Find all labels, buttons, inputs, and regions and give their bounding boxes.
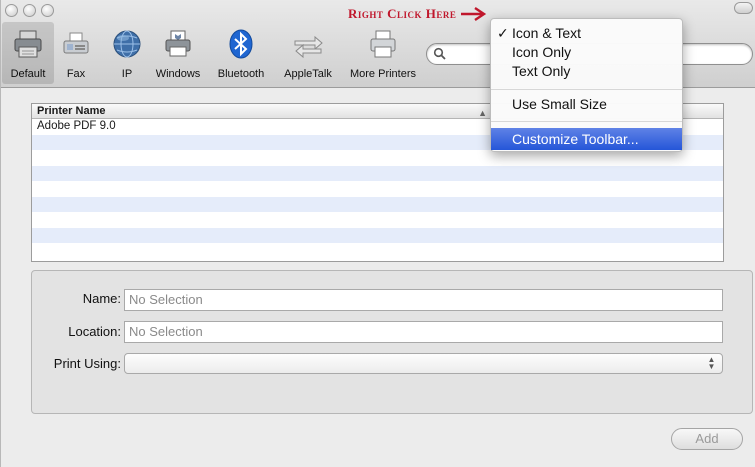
toolbar-item-default[interactable]: Default xyxy=(2,22,54,84)
menu-item-text-only[interactable]: Text Only xyxy=(491,62,682,81)
toolbar-label: Windows xyxy=(155,68,201,80)
selection-highlight xyxy=(2,22,54,84)
zoom-window-button[interactable] xyxy=(41,4,54,17)
add-button[interactable]: Add xyxy=(671,428,743,450)
toolbar-item-appletalk[interactable]: AppleTalk xyxy=(279,26,337,84)
menu-item-icon-and-text[interactable]: ✓ Icon & Text xyxy=(491,24,682,43)
toolbar-label: Fax xyxy=(66,68,86,80)
toolbar-label: AppleTalk xyxy=(284,68,332,80)
printer-icon xyxy=(365,26,401,62)
annotation-callout: Right Click Here xyxy=(348,6,488,22)
add-printer-window: Right Click Here Default Fax IP Windows … xyxy=(0,0,755,467)
menu-item-customize-toolbar[interactable]: Customize Toolbar... xyxy=(491,128,682,150)
menu-separator xyxy=(491,121,682,122)
menu-item-label: Use Small Size xyxy=(512,96,607,112)
toolbar-context-menu: ✓ Icon & Text Icon Only Text Only Use Sm… xyxy=(490,18,683,152)
sort-ascending-icon[interactable]: ▲ xyxy=(478,106,487,120)
table-row xyxy=(32,212,723,228)
menu-separator xyxy=(491,89,682,90)
menu-item-label: Text Only xyxy=(512,63,571,79)
toolbar-item-bluetooth[interactable]: Bluetooth xyxy=(214,26,268,84)
name-label: Name: xyxy=(82,291,121,306)
windows-printer-icon xyxy=(160,26,196,62)
toolbar-label: More Printers xyxy=(349,68,417,80)
toolbar-item-fax[interactable]: Fax xyxy=(61,26,91,84)
toolbar-label: Bluetooth xyxy=(217,68,265,80)
menu-item-use-small-size[interactable]: Use Small Size xyxy=(491,95,682,114)
toolbar-item-ip[interactable]: IP xyxy=(109,26,145,84)
table-row xyxy=(32,150,723,166)
appletalk-icon xyxy=(290,26,326,62)
annotation-text: Right Click Here xyxy=(348,6,457,21)
menu-item-label: Customize Toolbar... xyxy=(512,131,639,147)
menu-item-label: Icon & Text xyxy=(512,25,582,41)
print-using-select[interactable]: ▲ ▼ xyxy=(124,353,723,374)
window-controls xyxy=(5,4,54,17)
table-row xyxy=(32,181,723,197)
arrow-right-icon xyxy=(461,7,487,21)
globe-icon xyxy=(109,26,145,62)
select-arrows-icon: ▲ ▼ xyxy=(707,355,716,371)
toolbar-item-more-printers[interactable]: More Printers xyxy=(345,26,421,84)
bluetooth-icon xyxy=(223,26,259,62)
search-icon xyxy=(433,47,446,60)
table-row xyxy=(32,227,723,243)
toolbar-item-windows[interactable]: Windows xyxy=(153,26,203,84)
toolbar-label: IP xyxy=(121,68,133,80)
print-using-label: Print Using: xyxy=(53,356,121,371)
menu-item-label: Icon Only xyxy=(512,44,572,60)
checkmark-icon: ✓ xyxy=(497,25,509,41)
table-row xyxy=(32,165,723,181)
fax-icon xyxy=(58,26,94,62)
column-header-printer-name[interactable]: Printer Name xyxy=(37,105,105,117)
minimize-window-button[interactable] xyxy=(23,4,36,17)
toolbar-toggle-button[interactable] xyxy=(734,2,753,14)
menu-item-icon-only[interactable]: Icon Only xyxy=(491,43,682,62)
location-label: Location: xyxy=(68,324,121,339)
location-field[interactable]: No Selection xyxy=(124,321,723,343)
table-row xyxy=(32,243,723,259)
close-window-button[interactable] xyxy=(5,4,18,17)
name-field[interactable]: No Selection xyxy=(124,289,723,311)
table-row xyxy=(32,196,723,212)
